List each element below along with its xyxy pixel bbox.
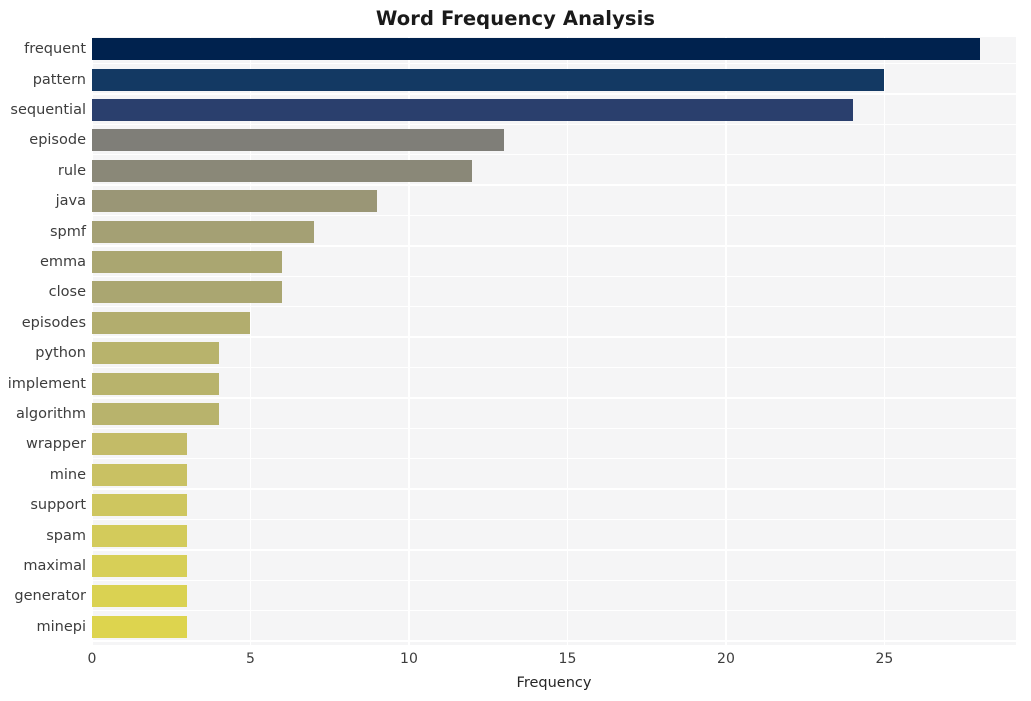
y-tick-label-rule: rule [57, 162, 86, 179]
bar [92, 615, 188, 638]
y-tick-label-generator: generator [14, 588, 86, 605]
gridline-horizontal-1 [92, 93, 1016, 95]
gridline-horizontal-0 [92, 62, 1016, 65]
y-tick-label-sequential: sequential [10, 102, 86, 118]
gridline-horizontal-13 [92, 457, 1016, 460]
bar [92, 190, 378, 213]
y-tick-label-java: java [55, 193, 86, 210]
bar [92, 129, 505, 152]
gridline-vertical-0 [92, 37, 93, 645]
gridline-vertical-4 [725, 37, 727, 645]
bar [92, 68, 885, 91]
y-axis-tick-labels: frequent pattern sequential episode rule java… [0, 37, 86, 645]
x-axis-tick-labels: 0 5 10 15 20 25 [0, 645, 1031, 671]
y-tick-label-wrapper: wrapper [26, 436, 86, 453]
chart-title: Word Frequency Analysis [375, 7, 656, 30]
bar [92, 372, 219, 395]
bar [92, 281, 283, 304]
gridline-horizontal-10 [92, 366, 1016, 369]
y-tick-label-maximal: maximal [23, 558, 86, 574]
gridline-vertical-2 [408, 37, 410, 645]
y-tick-label-algorithm: algorithm [16, 406, 86, 422]
y-tick-label-mine: mine [49, 466, 86, 483]
gridline-horizontal-5 [92, 214, 1016, 217]
gridline-vertical-5 [883, 37, 886, 645]
bar [92, 251, 283, 273]
plot-area [92, 37, 1016, 645]
gridline-horizontal-6 [92, 245, 1016, 247]
y-tick-label-python: python [35, 345, 86, 362]
y-tick-label-minepi: minepi [36, 618, 87, 635]
y-tick-label-pattern: pattern [32, 71, 86, 88]
bar [92, 555, 188, 577]
chart-figure: Word Frequency Analysis frequent pattern s… [0, 0, 1031, 701]
bar [92, 38, 980, 61]
gridline-horizontal-14 [92, 488, 1016, 490]
gridline-horizontal-17 [92, 579, 1016, 581]
bar [92, 311, 251, 334]
y-tick-label-implement: implement [7, 375, 86, 392]
bar [92, 159, 473, 182]
bar [92, 99, 853, 121]
bar [92, 433, 188, 456]
gridline-horizontal-8 [92, 305, 1016, 308]
y-tick-label-frequent: frequent [24, 41, 86, 58]
gridline-vertical-3 [566, 37, 569, 645]
gridline-horizontal-16 [92, 549, 1016, 551]
gridline-vertical-1 [249, 37, 252, 645]
gridline-horizontal-15 [92, 518, 1016, 521]
gridline-horizontal-9 [92, 336, 1016, 338]
bar [92, 585, 188, 608]
gridline-horizontal-7 [92, 275, 1016, 277]
bar [92, 494, 188, 517]
y-tick-label-close: close [48, 284, 86, 301]
gridline-horizontal-12 [92, 427, 1016, 429]
y-tick-label-support: support [30, 497, 86, 514]
gridline-horizontal-4 [92, 184, 1016, 186]
bar [92, 220, 314, 243]
bar [92, 403, 219, 425]
x-tick-label-10: 10 [400, 651, 418, 667]
bar [92, 524, 188, 547]
bar [92, 463, 188, 486]
y-tick-label-episode: episode [29, 132, 86, 149]
gridline-horizontal-2 [92, 123, 1016, 125]
x-tick-label-20: 20 [717, 651, 735, 667]
bar [92, 342, 219, 365]
y-tick-label-spmf: spmf [50, 223, 86, 240]
gridline-horizontal-11 [92, 397, 1016, 399]
y-tick-label-spam: spam [46, 527, 86, 544]
x-tick-label-5: 5 [246, 651, 255, 667]
x-tick-label-25: 25 [875, 651, 894, 667]
y-tick-label-emma: emma [39, 254, 86, 270]
gridline-horizontal-18 [92, 609, 1016, 612]
x-axis-label: Frequency [516, 675, 592, 691]
gridline-horizontal-3 [92, 153, 1016, 156]
gridline-horizontal-19 [92, 640, 1016, 642]
x-tick-label-0: 0 [87, 651, 97, 667]
x-tick-label-15: 15 [558, 651, 577, 667]
y-tick-label-episodes: episodes [21, 314, 86, 331]
